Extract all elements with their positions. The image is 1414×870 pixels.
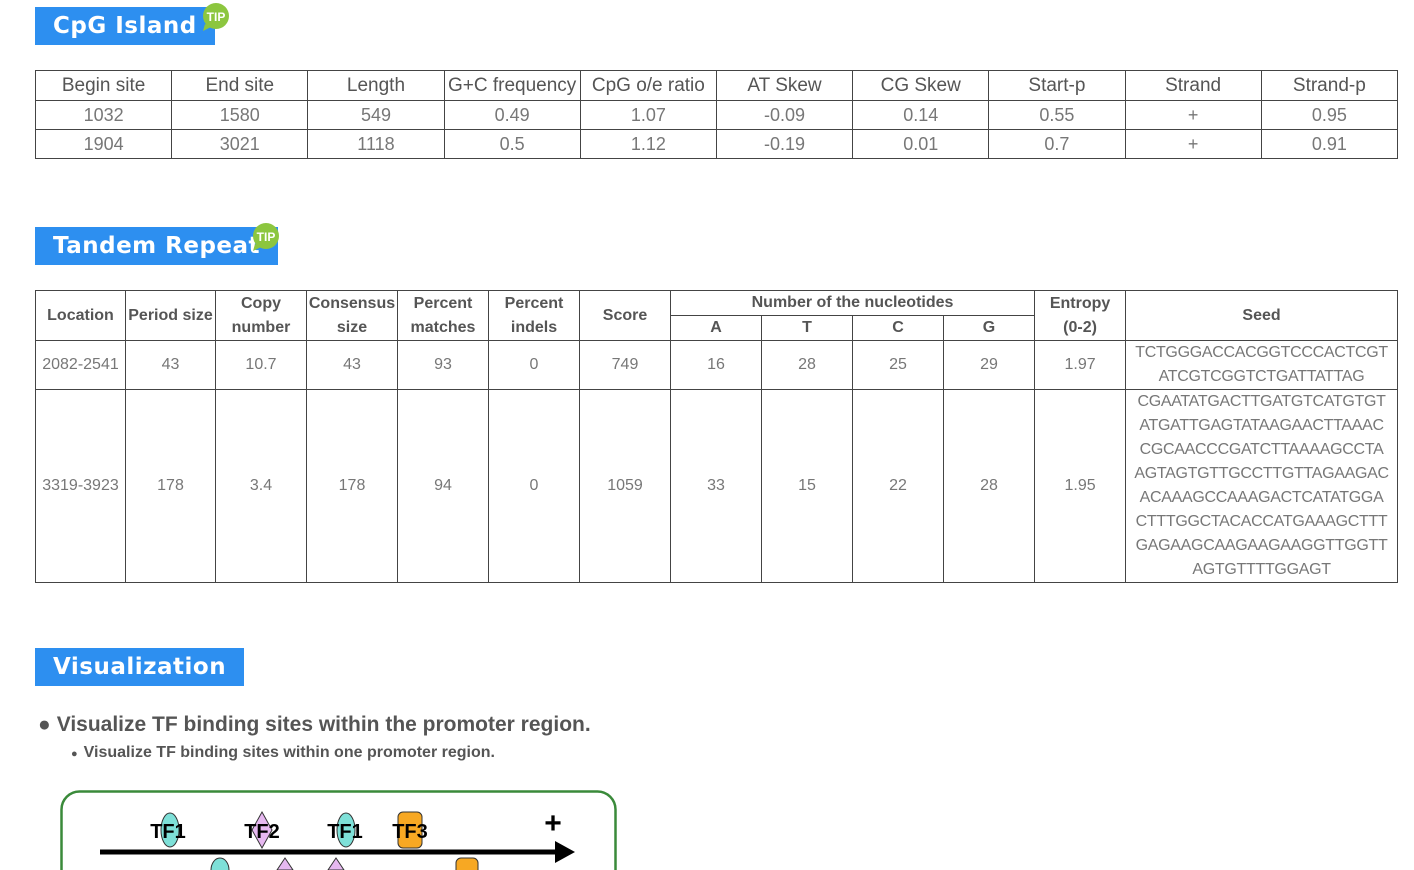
cell-indels: 0 — [488, 340, 580, 390]
tf1-label-2: TF1 — [327, 821, 363, 843]
cell-a: 33 — [670, 389, 762, 583]
cell: 0.91 — [1260, 129, 1399, 159]
col-copy-number: Copy number — [215, 290, 307, 341]
cell: 0.95 — [1260, 100, 1399, 130]
cell: 1118 — [307, 129, 445, 159]
cell-t: 15 — [761, 389, 853, 583]
cell-seed: TCTGGGACCACGGTCCCACTCGT ATCGTCGGTCTGATTA… — [1125, 340, 1399, 390]
col-end-site: End site — [171, 70, 309, 101]
col-period-size: Period size — [125, 290, 216, 341]
col-gc-frequency: G+C frequency — [443, 70, 581, 101]
col-c: C — [852, 315, 944, 341]
cpg-island-title: CpG Island — [35, 7, 215, 45]
col-seed: Seed — [1125, 290, 1399, 341]
col-length: Length — [307, 70, 445, 101]
col-cpg-oe-ratio: CpG o/e ratio — [579, 70, 717, 101]
visualization-bullet-promoter-region: ● Visualize TF binding sites within the p… — [38, 713, 591, 736]
cell-seed: CGAATATGACTTGATGTCATGTGT ATGATTGAGTATAAG… — [1125, 389, 1399, 583]
cell: 0.5 — [443, 129, 581, 159]
cell: 1580 — [171, 100, 309, 130]
col-percent-matches: Percent matches — [397, 290, 489, 341]
cell-consensus: 43 — [306, 340, 398, 390]
col-score: Score — [579, 290, 671, 341]
cell-copy: 3.4 — [215, 389, 307, 583]
cell: 1.12 — [579, 129, 717, 159]
cell-score: 1059 — [579, 389, 671, 583]
cell-c: 25 — [852, 340, 944, 390]
cell-a: 16 — [670, 340, 762, 390]
cell: 1904 — [34, 129, 173, 159]
cell: 0.55 — [988, 100, 1126, 130]
cell-location: 3319-3923 — [35, 389, 126, 583]
cell-matches: 94 — [397, 389, 489, 583]
tandem-repeat-table: Location Period size Copy number Consensu… — [35, 290, 1399, 583]
col-start-p: Start-p — [988, 70, 1126, 101]
col-a: A — [670, 315, 762, 341]
col-cg-skew: CG Skew — [852, 70, 990, 101]
col-at-skew: AT Skew — [715, 70, 854, 101]
cell: 1.07 — [579, 100, 717, 130]
tf-binding-diagram: + TF1 TF2 TF1 TF3 — [60, 790, 617, 870]
cell-entropy: 1.97 — [1034, 340, 1127, 390]
col-entropy: Entropy (0-2) — [1034, 290, 1127, 341]
cell-entropy: 1.95 — [1034, 389, 1127, 583]
cell-score: 749 — [579, 340, 671, 390]
col-g: G — [942, 315, 1036, 341]
visualization-bullet-one-promoter: ● Visualize TF binding sites within one p… — [71, 744, 495, 761]
col-begin-site: Begin site — [34, 70, 173, 101]
cpg-island-table: Begin site End site Length G+C frequency… — [34, 70, 1399, 159]
cell: 549 — [307, 100, 445, 130]
tf2-label: TF2 — [244, 821, 280, 843]
cell: 0.01 — [852, 129, 990, 159]
tf3-lower-marker — [455, 857, 479, 870]
cpg-tip-icon[interactable]: TIP — [200, 2, 230, 32]
tandem-repeat-title: Tandem Repeat — [35, 227, 279, 265]
table-row: 3319-3923 178 3.4 178 94 0 1059 33 15 22… — [35, 389, 1399, 583]
cell-copy: 10.7 — [215, 340, 307, 390]
col-t: T — [761, 315, 853, 341]
cell-t: 28 — [761, 340, 853, 390]
cell: -0.19 — [715, 129, 854, 159]
col-percent-indels: Percent indels — [488, 290, 580, 341]
table-row: 1032 1580 549 0.49 1.07 -0.09 0.14 0.55 … — [34, 100, 1399, 130]
cell: + — [1124, 100, 1262, 130]
cell: 0.7 — [988, 129, 1126, 159]
cell: 1032 — [34, 100, 173, 130]
cell-period: 178 — [125, 389, 216, 583]
tandem-tip-icon[interactable]: TIP — [250, 222, 280, 252]
cell-g: 29 — [942, 340, 1036, 390]
visualization-title: Visualization — [35, 648, 245, 686]
cell: 3021 — [171, 129, 309, 159]
cell-c: 22 — [852, 389, 944, 583]
col-consensus-size: Consensus size — [306, 290, 398, 341]
cell-g: 28 — [942, 389, 1036, 583]
col-number-of-nucleotides: Number of the nucleotides — [669, 290, 1036, 316]
table-header-row: Location Period size Copy number Consensu… — [35, 290, 1399, 341]
cell-indels: 0 — [488, 389, 580, 583]
table-row: 2082-2541 43 10.7 43 93 0 749 16 28 25 2… — [35, 340, 1399, 390]
col-strand-p: Strand-p — [1260, 70, 1399, 101]
table-row: 1904 3021 1118 0.5 1.12 -0.19 0.01 0.7 +… — [34, 129, 1399, 159]
cell-location: 2082-2541 — [35, 340, 126, 390]
svg-text:TIP: TIP — [257, 230, 276, 244]
table-header-row: Begin site End site Length G+C frequency… — [34, 70, 1399, 101]
tf1-label-1: TF1 — [150, 821, 186, 843]
cell: 0.14 — [852, 100, 990, 130]
col-strand: Strand — [1124, 70, 1262, 101]
cell: + — [1124, 129, 1262, 159]
cell-matches: 93 — [397, 340, 489, 390]
tf3-label: TF3 — [392, 821, 428, 843]
cell-consensus: 178 — [306, 389, 398, 583]
cell-period: 43 — [125, 340, 216, 390]
cell: 0.49 — [443, 100, 581, 130]
svg-text:TIP: TIP — [207, 10, 226, 24]
strand-plus-label: + — [544, 807, 562, 840]
col-location: Location — [35, 290, 126, 341]
cell: -0.09 — [715, 100, 854, 130]
